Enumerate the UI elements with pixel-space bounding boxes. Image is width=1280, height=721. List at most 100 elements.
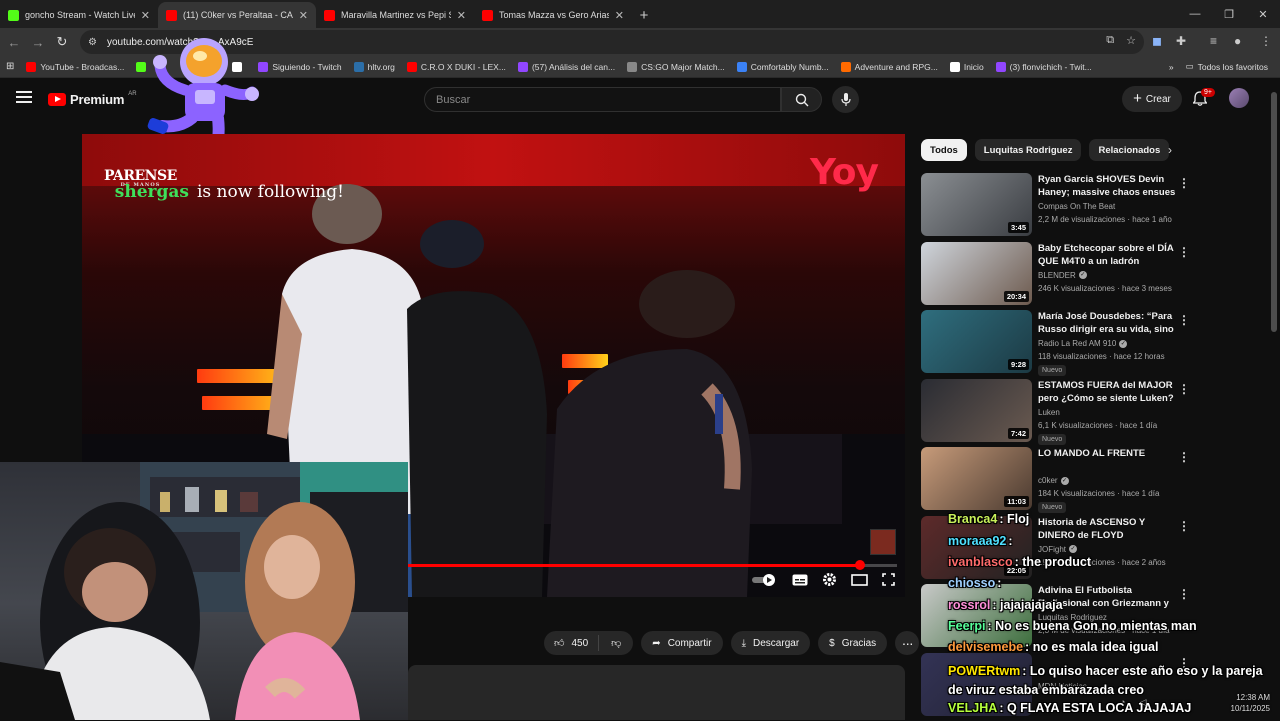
thanks-button[interactable]: $Gracias — [818, 631, 887, 655]
chip-all[interactable]: Todos — [921, 139, 967, 161]
bookmark-item[interactable]: C.R.O X DUKI - LEX... — [401, 62, 512, 72]
channel-name[interactable]: Luquitas Rodriguez — [1038, 613, 1107, 622]
autoplay-toggle[interactable] — [752, 574, 778, 586]
theater-mode-icon[interactable] — [851, 574, 868, 586]
channel-name[interactable]: BLENDER✓ — [1038, 271, 1087, 280]
download-button[interactable]: ⤓Descargar — [731, 631, 811, 655]
reload-icon[interactable]: ↻ — [50, 34, 74, 50]
related-video-item[interactable]: 20:34Baby Etchecopar sobre el DÍA QUE M4… — [921, 242, 1273, 311]
minimize-icon[interactable]: — — [1178, 8, 1212, 20]
video-title[interactable]: Adivina El Futbolista Profesional con Gr… — [1038, 584, 1176, 611]
bookmark-item[interactable]: (57) Análisis del can... — [512, 62, 621, 72]
media-controls-icon[interactable]: ≡ — [1210, 34, 1217, 48]
related-video-item[interactable]: 3:45Ryan Garcia SHOVES Devin Haney; mass… — [921, 173, 1273, 242]
channel-name[interactable]: Radio La Red AM 910✓ — [1038, 339, 1127, 348]
more-options-icon[interactable]: ⋮ — [1178, 313, 1190, 327]
extension-icon[interactable]: ◼ — [1152, 34, 1162, 48]
browser-menu-icon[interactable]: ⋮ — [1260, 34, 1272, 48]
voice-search-button[interactable] — [832, 86, 859, 113]
search-button[interactable] — [781, 87, 822, 112]
account-avatar[interactable] — [1229, 88, 1249, 108]
more-options-icon[interactable]: ⋮ — [1178, 450, 1190, 464]
video-thumbnail[interactable]: 22:05 — [921, 516, 1032, 579]
bookmark-item[interactable]: Siguiendo - Twitch — [252, 62, 347, 72]
more-actions-button[interactable]: ··· — [895, 631, 919, 655]
bookmark-item[interactable]: YouTube - Broadcas... — [20, 62, 130, 72]
close-window-icon[interactable]: ✕ — [1246, 8, 1280, 21]
close-tab-icon[interactable]: ✕ — [141, 9, 150, 22]
related-video-item[interactable]: Adivina El Futbolista Profesional con Gr… — [921, 584, 1273, 653]
browser-tab[interactable]: goncho Stream - Watch Live on✕ — [0, 2, 158, 28]
channel-name[interactable]: c0ker✓ — [1038, 476, 1069, 485]
more-options-icon[interactable]: ⋮ — [1178, 176, 1190, 190]
channel-name[interactable]: Compas On The Beat — [1038, 202, 1115, 211]
related-video-item[interactable]: 9:28María José Dousdebes: “Para Russo di… — [921, 310, 1273, 379]
bookmark-item[interactable]: CS:GO Major Match... — [621, 62, 731, 72]
bookmark-item[interactable]: Comfortably Numb... — [731, 62, 835, 72]
video-thumbnail[interactable]: 9:28 — [921, 310, 1032, 373]
hamburger-menu-icon[interactable] — [16, 91, 32, 103]
close-tab-icon[interactable]: ✕ — [457, 9, 466, 22]
restore-icon[interactable]: ❐ — [1212, 8, 1246, 21]
more-options-icon[interactable]: ⋮ — [1178, 382, 1190, 396]
video-title[interactable]: LO MANDO AL FRENTE — [1038, 447, 1176, 460]
page-scrollbar-thumb[interactable] — [1271, 92, 1277, 332]
related-video-item[interactable]: 11:03LO MANDO AL FRENTEc0ker✓184 K visua… — [921, 447, 1273, 516]
video-title[interactable]: Historia de ASCENSO Y DINERO de FLOYD MA… — [1038, 516, 1176, 543]
channel-name[interactable]: JOFight✓ — [1038, 545, 1077, 554]
new-badge: Nuevo — [1038, 434, 1066, 445]
bookmark-item[interactable]: (3) flonvichich - Twit... — [990, 62, 1098, 72]
bookmark-item[interactable]: Adventure and RPG... — [835, 62, 944, 72]
browser-tab[interactable]: Maravilla Martinez vs Pepi Stan✕ — [316, 2, 474, 28]
dislike-button[interactable]: 👎︎ — [599, 637, 633, 649]
more-options-icon[interactable]: ⋮ — [1178, 587, 1190, 601]
settings-gear-icon[interactable] — [822, 572, 837, 587]
forward-icon[interactable]: → — [26, 35, 50, 50]
bookmark-item[interactable]: Inicio — [944, 62, 990, 72]
video-thumbnail[interactable]: 20:34 — [921, 242, 1032, 305]
share-button[interactable]: ➦Compartir — [641, 631, 722, 655]
like-button[interactable]: 👍︎450 — [544, 635, 599, 651]
search-input[interactable]: Buscar — [424, 87, 781, 112]
extensions-puzzle-icon[interactable]: ✚ — [1176, 34, 1186, 48]
video-title[interactable]: ESTAMOS FUERA del MAJOR pero ¿Cómo se si… — [1038, 379, 1176, 405]
create-button[interactable]: +Crear — [1122, 86, 1182, 112]
youtube-premium-logo[interactable]: Premium AR — [48, 92, 137, 107]
new-tab-button[interactable]: + — [632, 2, 656, 28]
site-info-icon[interactable]: ⚙ — [88, 37, 97, 48]
video-thumbnail[interactable]: 11:03 — [921, 447, 1032, 510]
channel-name[interactable]: MDN Noticias — [1038, 682, 1087, 691]
bookmark-star-icon[interactable]: ☆ — [1126, 34, 1136, 47]
video-title[interactable]: María José Dousdebes: “Para Russo dirigi… — [1038, 310, 1176, 337]
related-video-item[interactable]: 22:05Historia de ASCENSO Y DINERO de FLO… — [921, 516, 1273, 585]
more-options-icon[interactable]: ⋮ — [1178, 519, 1190, 533]
subtitles-icon[interactable] — [792, 574, 808, 586]
related-video-item[interactable]: 7:42ESTAMOS FUERA del MAJOR pero ¿Cómo s… — [921, 379, 1273, 448]
video-thumbnail[interactable]: 7:42 — [921, 379, 1032, 442]
video-meta: 195 K visualizaciones · hace 2 años — [1038, 558, 1166, 567]
chips-next-chevron-icon[interactable]: › — [1168, 143, 1172, 157]
description-box[interactable] — [408, 665, 905, 720]
apps-grid-icon[interactable]: ⊞ — [0, 61, 20, 72]
bookmarks-overflow-icon[interactable]: » — [1163, 62, 1180, 72]
back-icon[interactable]: ← — [2, 35, 26, 50]
video-thumbnail[interactable] — [921, 653, 1032, 716]
more-options-icon[interactable]: ⋮ — [1178, 245, 1190, 259]
install-app-icon[interactable]: ⧉ — [1106, 34, 1114, 47]
browser-tab-active[interactable]: (11) C0ker vs Peraltaa - CARA A✕ — [158, 2, 316, 28]
fullscreen-icon[interactable] — [882, 573, 895, 586]
bookmark-item[interactable]: hltv.org — [348, 62, 401, 72]
close-tab-icon[interactable]: ✕ — [615, 9, 624, 22]
video-title[interactable]: Baby Etchecopar sobre el DÍA QUE M4T0 a … — [1038, 242, 1176, 268]
video-title[interactable]: Ryan Garcia SHOVES Devin Haney; massive … — [1038, 173, 1176, 200]
chip-related[interactable]: Relacionados — [1089, 139, 1169, 161]
video-thumbnail[interactable]: 3:45 — [921, 173, 1032, 236]
browser-tab[interactable]: Tomas Mazza vs Gero Arias CAR✕ — [474, 2, 632, 28]
close-tab-icon[interactable]: ✕ — [299, 9, 308, 22]
all-bookmarks-folder[interactable]: ▭Todos los favoritos — [1180, 61, 1274, 72]
channel-name[interactable]: Luken — [1038, 408, 1060, 417]
chip-channel[interactable]: Luquitas Rodriguez — [975, 139, 1082, 161]
more-options-icon[interactable]: ⋮ — [1178, 656, 1190, 670]
video-thumbnail[interactable] — [921, 584, 1032, 647]
profile-icon[interactable]: ● — [1234, 34, 1241, 48]
